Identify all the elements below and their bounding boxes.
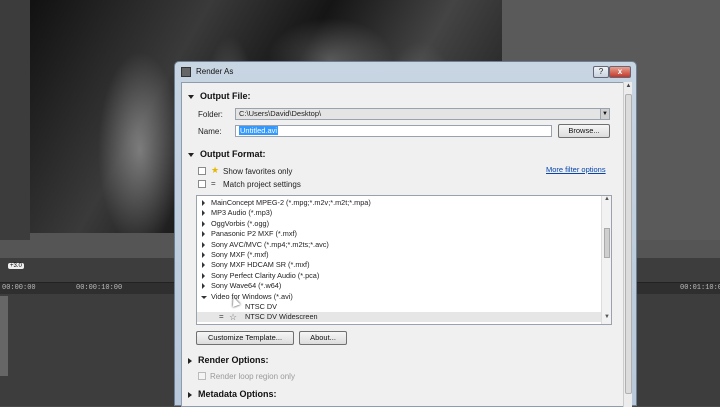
star-outline-icon[interactable]: ☆ (229, 312, 237, 322)
format-item[interactable]: MainConcept MPEG-2 (*.mpg;*.m2v;*.m2t;*.… (197, 198, 601, 208)
help-button[interactable]: ? (593, 66, 609, 78)
render-as-dialog: Render As ? x Output File: Folder: C:\Us… (174, 61, 637, 407)
collapsed-arrow-icon (202, 262, 205, 269)
expanded-arrow-icon (188, 152, 194, 157)
collapsed-arrow-icon (202, 231, 205, 238)
dialog-scrollbar[interactable]: ▲ (623, 82, 632, 407)
format-item[interactable]: Sony AVC/MVC (*.mp4;*.m2ts;*.avc) (197, 240, 601, 250)
format-item[interactable]: Sony Perfect Clarity Audio (*.pca) (197, 271, 601, 281)
scroll-up-icon[interactable]: ▲ (624, 82, 633, 91)
ruler-timecode: 00:01:10:00 (680, 284, 720, 292)
collapsed-arrow-icon (202, 200, 205, 206)
format-item[interactable]: Sony Wave64 (*.w64) (197, 281, 601, 291)
left-panel (0, 0, 30, 240)
customize-template-button[interactable]: Customize Template... (196, 331, 294, 345)
dialog-title: Render As (196, 67, 234, 76)
render-loop-checkbox[interactable] (198, 372, 206, 380)
ruler-timecode: 00:00:00 (2, 284, 36, 292)
track-header (0, 296, 8, 376)
rate-badge: +3.0 (8, 263, 24, 269)
match-project-label: Match project settings (223, 180, 301, 189)
show-favorites-checkbox[interactable] (198, 167, 206, 175)
list-scrollbar[interactable]: ▲ ▼ (601, 196, 611, 324)
render-loop-label: Render loop region only (210, 372, 295, 381)
name-label: Name: (198, 127, 222, 136)
format-item[interactable]: Sony MXF HDCAM SR (*.mxf) (197, 260, 601, 270)
collapsed-arrow-icon (202, 210, 205, 217)
expanded-arrow-icon (201, 295, 207, 299)
more-filter-options-link[interactable]: More filter options (546, 165, 606, 174)
render-options-heading[interactable]: Render Options: (188, 355, 269, 365)
template-item[interactable]: NTSC DV (197, 302, 601, 312)
name-value: Untitled.avi (239, 126, 279, 135)
metadata-options-heading[interactable]: Metadata Options: (188, 389, 277, 399)
collapsed-arrow-icon (202, 241, 205, 248)
scroll-up-icon[interactable]: ▲ (602, 196, 611, 202)
dialog-titlebar[interactable]: Render As ? x (175, 62, 636, 82)
collapsed-arrow-icon (188, 391, 192, 398)
format-item[interactable]: MP3 Audio (*.mp3) (197, 208, 601, 218)
browse-button[interactable]: Browse... (558, 124, 610, 138)
show-favorites-label: Show favorites only (223, 167, 293, 176)
close-button[interactable]: x (609, 66, 631, 78)
star-icon: ★ (211, 165, 220, 175)
name-field[interactable]: Untitled.avi (235, 125, 552, 137)
format-item[interactable]: Panasonic P2 MXF (*.mxf) (197, 229, 601, 239)
equals-icon: = (219, 312, 224, 322)
folder-label: Folder: (198, 110, 223, 119)
collapsed-arrow-icon (202, 220, 205, 227)
collapsed-arrow-icon (202, 283, 205, 290)
output-file-heading[interactable]: Output File: (188, 91, 251, 101)
app-icon (181, 67, 191, 77)
format-item-expanded[interactable]: Video for Windows (*.avi) (197, 292, 601, 302)
scroll-thumb[interactable] (625, 94, 632, 394)
folder-field[interactable]: C:\Users\David\Desktop\ (235, 108, 610, 120)
format-item[interactable]: Sony MXF (*.mxf) (197, 250, 601, 260)
scroll-down-icon[interactable]: ▼ (602, 314, 611, 320)
collapsed-arrow-icon (202, 252, 205, 258)
about-button[interactable]: About... (299, 331, 347, 345)
expanded-arrow-icon (188, 94, 194, 99)
output-format-heading[interactable]: Output Format: (188, 149, 266, 159)
equals-icon: = (211, 179, 216, 188)
collapsed-arrow-icon (202, 272, 205, 279)
format-item[interactable]: OggVorbis (*.ogg) (197, 219, 601, 229)
match-project-checkbox[interactable] (198, 180, 206, 188)
folder-dropdown-icon[interactable]: ▼ (600, 108, 610, 120)
collapsed-arrow-icon (188, 357, 192, 364)
ruler-timecode: 00:00:10:00 (76, 284, 123, 292)
format-list[interactable]: MainConcept MPEG-2 (*.mpg;*.m2v;*.m2t;*.… (196, 195, 612, 325)
template-item-selected[interactable]: = ☆ NTSC DV Widescreen (197, 312, 601, 323)
dialog-content: Output File: Folder: C:\Users\David\Desk… (181, 82, 629, 407)
scroll-thumb[interactable] (604, 228, 610, 258)
